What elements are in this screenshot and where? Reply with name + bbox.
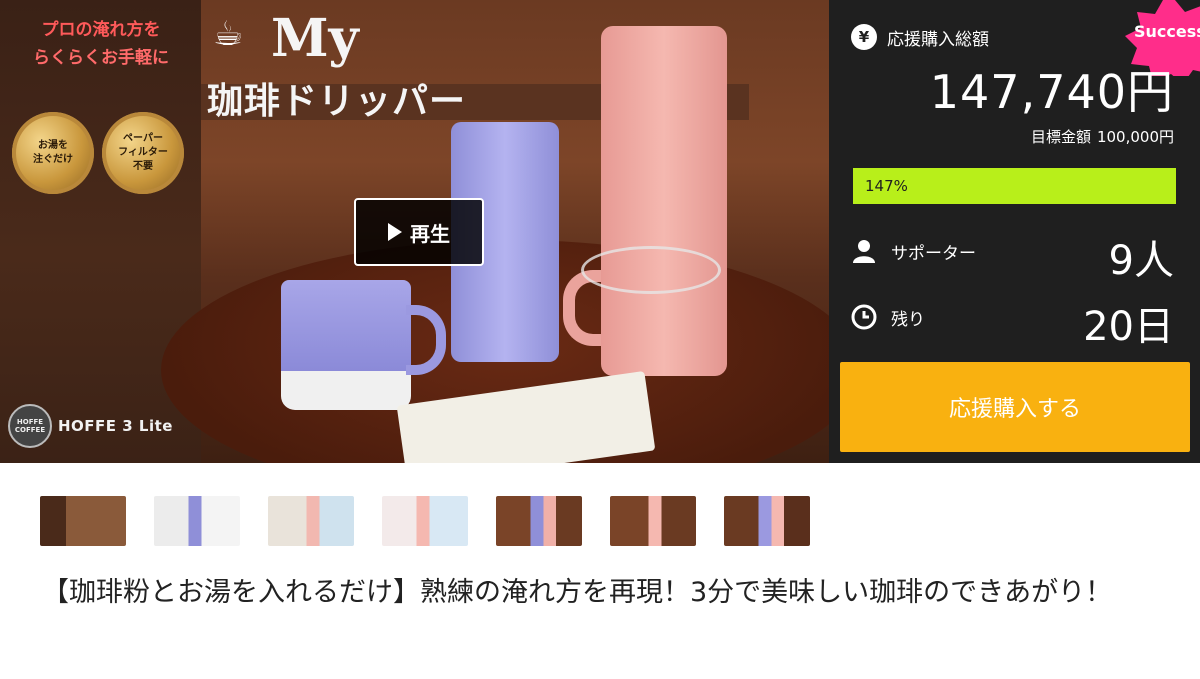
funding-panel: Success ¥ 応援購入総額 147,740円 目標金額 100,000円 1… xyxy=(829,0,1200,463)
catchcopy-line1: プロの淹れ方を xyxy=(41,20,161,40)
hero-media: プロの淹れ方を らくらくお手軽に お湯を 注ぐだけ ペーパー フィルター 不要 … xyxy=(0,0,829,463)
brand-name: HOFFE 3 Lite xyxy=(58,417,173,435)
yen-icon: ¥ xyxy=(851,24,877,50)
brand-mark: HOFFE COFFEE HOFFE 3 Lite xyxy=(8,404,173,448)
badge-text: ペーパー フィルター 不要 xyxy=(118,133,168,172)
thumbnail-7[interactable] xyxy=(724,496,810,546)
project-title: 【珈琲粉とお湯を入れるだけ】熟練の淹れ方を再現！3分で美味しい珈琲のできあがり！ xyxy=(42,577,1113,608)
progress-bar: 147% xyxy=(853,168,1176,204)
total-label: 応援購入総額 xyxy=(887,29,989,50)
total-amount: 147,740円 xyxy=(929,65,1174,119)
thumbnail-4[interactable] xyxy=(382,496,468,546)
thumbnail-2[interactable] xyxy=(154,496,240,546)
success-label: Success xyxy=(1134,22,1200,41)
remaining-row: 残り xyxy=(851,304,925,330)
promo-catchcopy: プロの淹れ方を らくらくお手軽に xyxy=(8,16,194,72)
progress-percent: 147% xyxy=(865,177,908,195)
feature-badge-no-filter: ペーパー フィルター 不要 xyxy=(102,112,184,194)
badge-text: お湯を 注ぐだけ xyxy=(33,140,73,165)
play-label: 再生 xyxy=(410,221,450,246)
supporters-row: サポーター xyxy=(851,238,976,264)
dripper-pink-illustration xyxy=(601,26,727,376)
mug-illustration xyxy=(281,280,411,410)
product-photo: ☕ My 珈琲ドリッパー xyxy=(161,0,829,463)
hero-title-my: My xyxy=(271,8,359,69)
thumbnail-5[interactable] xyxy=(496,496,582,546)
play-video-button[interactable]: 再生 xyxy=(354,198,484,266)
clock-icon xyxy=(851,304,877,330)
brand-logo-icon: HOFFE COFFEE xyxy=(8,404,52,448)
remaining-value: 20日 xyxy=(1083,304,1174,350)
hero-title-jp: 珈琲ドリッパー xyxy=(207,81,467,122)
total-row: ¥ 応援購入総額 xyxy=(851,24,989,50)
goal-value: 100,000円 xyxy=(1096,128,1174,146)
glass-stand xyxy=(581,246,721,294)
play-icon xyxy=(388,223,402,241)
thumbnail-1[interactable] xyxy=(40,496,126,546)
catchcopy-line2: らくらくお手軽に xyxy=(33,48,169,68)
goal-amount: 目標金額 100,000円 xyxy=(1031,126,1174,147)
feature-badge-hot-water: お湯を 注ぐだけ xyxy=(12,112,94,194)
person-icon xyxy=(851,238,877,264)
supporters-label: サポーター xyxy=(891,243,976,264)
thumbnail-strip xyxy=(40,496,810,546)
goal-label: 目標金額 xyxy=(1030,128,1091,146)
remaining-label: 残り xyxy=(891,309,925,330)
supporters-value: 9人 xyxy=(1108,238,1174,284)
thumbnail-6[interactable] xyxy=(610,496,696,546)
thumbnail-3[interactable] xyxy=(268,496,354,546)
cup-icon: ☕ xyxy=(213,14,244,54)
support-purchase-button[interactable]: 応援購入する xyxy=(840,362,1190,452)
